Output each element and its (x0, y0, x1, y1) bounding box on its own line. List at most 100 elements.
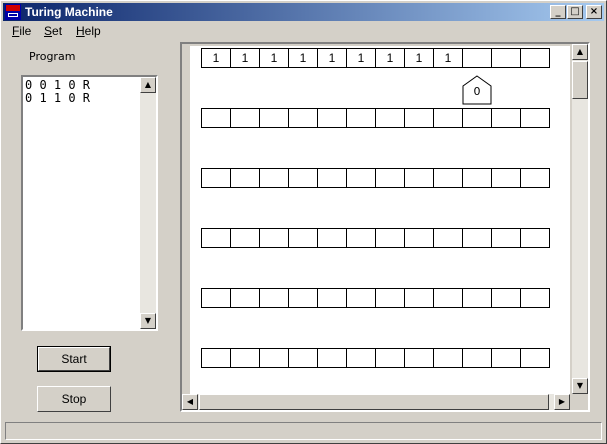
tape-cell[interactable] (375, 228, 405, 248)
tape-cell[interactable] (520, 108, 550, 128)
tape-cell[interactable] (288, 348, 318, 368)
turing-app-icon[interactable] (5, 4, 21, 20)
tape-cell[interactable] (433, 108, 463, 128)
minimize-button[interactable]: _ (550, 5, 566, 19)
tape-cell[interactable] (491, 108, 521, 128)
tape-cell[interactable] (259, 288, 289, 308)
tape-cell[interactable] (259, 228, 289, 248)
tape-cell[interactable]: 1 (317, 48, 347, 68)
program-listbox[interactable]: 0 0 1 0 R0 1 1 0 R ▲ ▼ (21, 75, 158, 331)
close-button[interactable]: × (586, 5, 602, 19)
tape-cell[interactable] (404, 108, 434, 128)
tape-cell[interactable] (288, 228, 318, 248)
tape-cell[interactable]: 1 (259, 48, 289, 68)
tape-vertical-scrollbar[interactable]: ▲ ▼ (572, 44, 588, 394)
tape-cell[interactable] (375, 168, 405, 188)
program-label: Program (29, 50, 76, 63)
program-scrollbar[interactable]: ▲ ▼ (140, 77, 156, 329)
tape-area[interactable]: 1111111110 (190, 46, 570, 394)
tape-cell[interactable] (259, 108, 289, 128)
tape-cell[interactable] (288, 108, 318, 128)
tape-cell[interactable] (201, 288, 231, 308)
arrow-up-icon[interactable]: ▲ (140, 77, 156, 93)
tape-cell[interactable] (462, 108, 492, 128)
tape-cell[interactable] (317, 288, 347, 308)
tape-cell[interactable]: 1 (433, 48, 463, 68)
tape-cell[interactable] (230, 348, 260, 368)
tape-cell[interactable] (491, 48, 521, 68)
tape-cell[interactable]: 1 (230, 48, 260, 68)
tape-cell[interactable] (346, 228, 376, 248)
tape-cell[interactable] (520, 348, 550, 368)
tape-cell[interactable]: 1 (404, 48, 434, 68)
tape-cell[interactable] (201, 168, 231, 188)
tape-cell[interactable] (259, 348, 289, 368)
tape-cell[interactable] (462, 288, 492, 308)
tape-cell[interactable]: 1 (288, 48, 318, 68)
menu-set[interactable]: Set (44, 24, 62, 38)
tape-cell[interactable] (462, 228, 492, 248)
tape-cell[interactable] (491, 288, 521, 308)
tape-cell[interactable] (230, 108, 260, 128)
tape-cell[interactable] (259, 168, 289, 188)
vertical-scroll-thumb[interactable] (572, 61, 588, 99)
tape-cell[interactable] (433, 228, 463, 248)
start-button[interactable]: Start (37, 346, 111, 372)
tape-cell[interactable] (491, 228, 521, 248)
tape-cell[interactable] (462, 48, 492, 68)
tape-cell[interactable] (491, 168, 521, 188)
tape-cell[interactable] (346, 348, 376, 368)
tape-cell[interactable] (201, 348, 231, 368)
tape-cell[interactable] (201, 228, 231, 248)
tape-cell[interactable] (404, 228, 434, 248)
arrow-right-icon[interactable]: ▶ (554, 394, 570, 410)
menu-help[interactable]: Help (76, 24, 101, 38)
arrow-down-icon[interactable]: ▼ (140, 313, 156, 329)
tape-cell[interactable] (404, 168, 434, 188)
tape-cell[interactable] (375, 348, 405, 368)
tape-cell[interactable] (404, 348, 434, 368)
tape-cell[interactable] (288, 288, 318, 308)
tape-cell[interactable] (520, 48, 550, 68)
tape-cell[interactable] (317, 228, 347, 248)
menu-file[interactable]: File (12, 24, 31, 38)
tape-row (201, 228, 550, 248)
tape-cell[interactable] (462, 168, 492, 188)
tape-cell[interactable]: 1 (201, 48, 231, 68)
tape-cell[interactable] (375, 108, 405, 128)
tape-cell[interactable] (317, 168, 347, 188)
tape-cell[interactable] (230, 288, 260, 308)
tape-cell[interactable] (433, 288, 463, 308)
tape-cell[interactable]: 1 (375, 48, 405, 68)
arrow-left-icon[interactable]: ◀ (182, 394, 198, 410)
program-line[interactable]: 0 1 1 0 R (25, 92, 138, 105)
arrow-down-icon[interactable]: ▼ (572, 378, 588, 394)
tape-horizontal-scrollbar[interactable]: ◀ ▶ (182, 394, 570, 410)
tape-cell[interactable] (346, 108, 376, 128)
stop-button[interactable]: Stop (37, 386, 111, 412)
menu-bar: File Set Help (3, 22, 604, 40)
tape-cell[interactable] (491, 348, 521, 368)
tape-cell[interactable] (375, 288, 405, 308)
tape-cell[interactable] (404, 288, 434, 308)
tape-cell[interactable] (520, 228, 550, 248)
tape-cell[interactable]: 1 (346, 48, 376, 68)
tape-cell[interactable] (462, 348, 492, 368)
arrow-up-icon[interactable]: ▲ (572, 44, 588, 60)
tape-cell[interactable] (230, 168, 260, 188)
tape-cell[interactable] (317, 108, 347, 128)
tape-cell[interactable] (433, 348, 463, 368)
tape-cell[interactable] (317, 348, 347, 368)
tape-cell[interactable] (230, 228, 260, 248)
tape-cell[interactable] (520, 288, 550, 308)
tape-cell[interactable] (346, 288, 376, 308)
tape-cell[interactable] (433, 168, 463, 188)
horizontal-scroll-thumb[interactable] (199, 394, 549, 410)
tape-cell[interactable] (201, 108, 231, 128)
status-bar (5, 422, 602, 440)
title-bar[interactable]: Turing Machine _ □ × (3, 3, 604, 21)
tape-cell[interactable] (346, 168, 376, 188)
tape-cell[interactable] (288, 168, 318, 188)
tape-cell[interactable] (520, 168, 550, 188)
maximize-button[interactable]: □ (567, 5, 583, 19)
